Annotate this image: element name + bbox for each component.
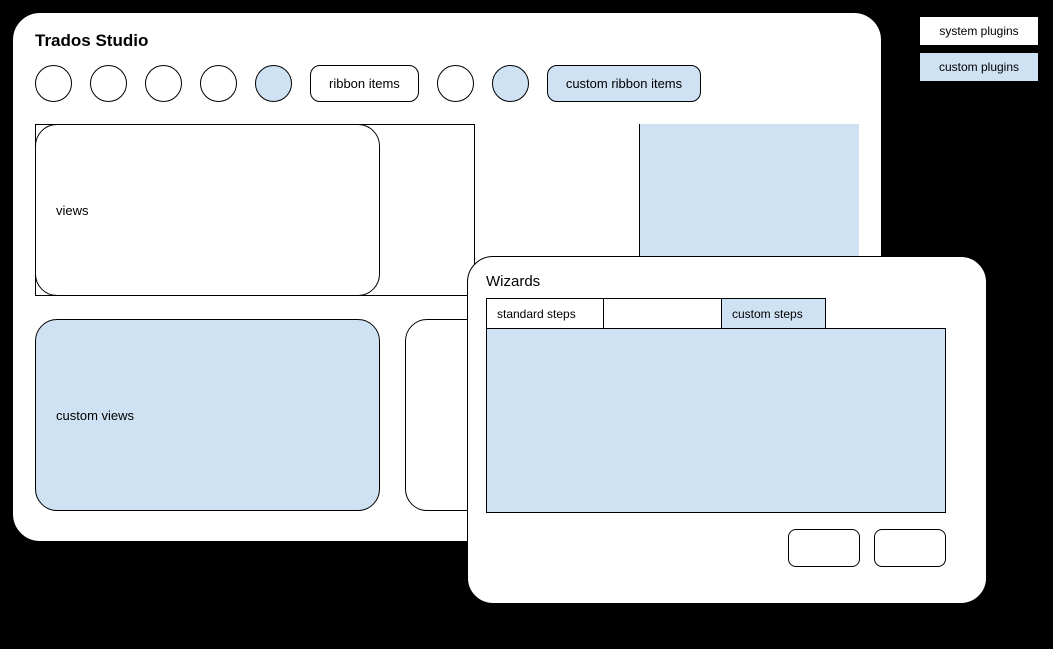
wizard-tab-spacer <box>604 298 722 328</box>
app-title: Trados Studio <box>35 31 859 51</box>
wizard-tab-custom: custom steps <box>722 298 826 328</box>
ribbon-items-label: ribbon items <box>329 76 400 91</box>
views-label: views <box>56 203 89 218</box>
views-panel: views <box>35 124 380 296</box>
custom-views-label: custom views <box>56 408 134 423</box>
toolbar-system-circle <box>200 65 237 102</box>
custom-ribbon-items-pill: custom ribbon items <box>547 65 701 102</box>
wizard-button-2[interactable] <box>874 529 946 567</box>
legend-custom-label: custom plugins <box>939 60 1019 74</box>
custom-views-panel: custom views <box>35 319 380 511</box>
toolbar-custom-circle <box>255 65 292 102</box>
toolbar: ribbon items custom ribbon items <box>35 65 859 102</box>
wizard-tab-standard-label: standard steps <box>497 307 576 321</box>
wizards-title: Wizards <box>486 273 968 290</box>
legend: system plugins custom plugins <box>919 16 1039 88</box>
custom-ribbon-items-label: custom ribbon items <box>566 76 682 91</box>
wizard-tab-custom-label: custom steps <box>732 307 803 321</box>
ribbon-items-pill: ribbon items <box>310 65 419 102</box>
wizard-tab-standard: standard steps <box>486 298 604 328</box>
wizards-window: Wizards standard steps custom steps <box>467 256 987 604</box>
toolbar-custom-circle <box>492 65 529 102</box>
toolbar-system-circle <box>145 65 182 102</box>
legend-custom-plugins: custom plugins <box>919 52 1039 82</box>
wizard-body <box>486 328 946 513</box>
wizard-buttons <box>486 529 946 567</box>
toolbar-system-circle <box>35 65 72 102</box>
legend-system-label: system plugins <box>939 24 1018 38</box>
wizard-button-1[interactable] <box>788 529 860 567</box>
wizard-tabs: standard steps custom steps <box>486 298 946 328</box>
toolbar-system-circle <box>437 65 474 102</box>
legend-system-plugins: system plugins <box>919 16 1039 46</box>
toolbar-system-circle <box>90 65 127 102</box>
